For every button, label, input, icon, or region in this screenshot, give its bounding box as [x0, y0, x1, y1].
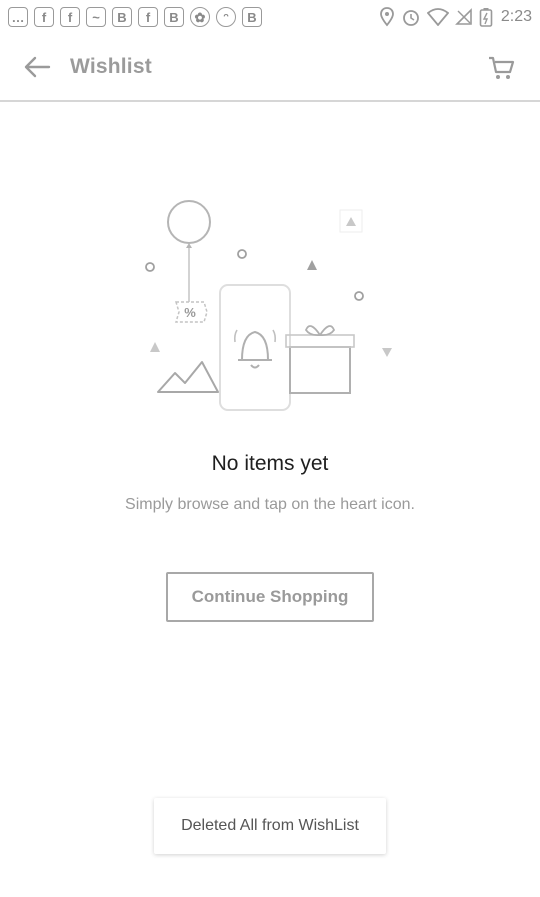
- mountains-icon: [157, 361, 219, 393]
- empty-state-title: No items yet: [211, 452, 329, 475]
- svg-text:%: %: [184, 305, 196, 320]
- status-bar: … f f ~ B f B ✿ ᵔ B 2:23: [0, 0, 540, 34]
- percent-tag-icon: %: [174, 301, 208, 323]
- battery-icon: [479, 8, 493, 27]
- triangle-shape: [150, 342, 160, 352]
- continue-shopping-button[interactable]: Continue Shopping: [166, 572, 374, 622]
- no-signal-icon: [454, 8, 472, 25]
- back-button[interactable]: [14, 44, 60, 90]
- cart-icon: [489, 56, 515, 79]
- messenger-icon: ~: [86, 7, 106, 27]
- status-time: 2:23: [500, 8, 532, 25]
- b-icon: B: [164, 7, 184, 27]
- triangle-shape: [307, 260, 317, 270]
- cat-icon: ᵔ: [216, 7, 236, 27]
- cart-button[interactable]: [478, 45, 524, 91]
- page-title: Wishlist: [70, 55, 152, 78]
- system-icons: 2:23: [379, 7, 532, 27]
- gift-box-icon: [285, 325, 355, 394]
- facebook-icon: f: [34, 7, 54, 27]
- delete-all-wishlist-button[interactable]: Deleted All from WishList: [154, 798, 386, 854]
- empty-wishlist-illustration: %: [130, 190, 410, 420]
- chat-icon: …: [8, 7, 28, 27]
- app-bar: Wishlist: [0, 34, 540, 102]
- empty-state-illustration: %: [145, 200, 392, 411]
- dot-circle: [354, 291, 364, 301]
- facebook-icon: f: [60, 7, 80, 27]
- phone-icon: [219, 284, 291, 411]
- pinwheel-icon: ✿: [190, 7, 210, 27]
- notification-icons: … f f ~ B f B ✿ ᵔ B: [8, 7, 262, 27]
- b-icon: B: [112, 7, 132, 27]
- location-icon: [379, 7, 394, 27]
- arrow-left-icon: [24, 56, 51, 78]
- alarm-icon: [402, 10, 419, 26]
- dot-circle: [145, 262, 155, 272]
- facebook-icon: f: [138, 7, 158, 27]
- b-icon: B: [242, 7, 262, 27]
- wifi-icon: [426, 8, 449, 26]
- triangle-shape: [346, 217, 356, 226]
- balloon-icon: [167, 200, 211, 302]
- dot-circle: [237, 249, 247, 259]
- empty-state-subtitle: Simply browse and tap on the heart icon.: [125, 496, 415, 513]
- triangle-shape: [382, 348, 392, 357]
